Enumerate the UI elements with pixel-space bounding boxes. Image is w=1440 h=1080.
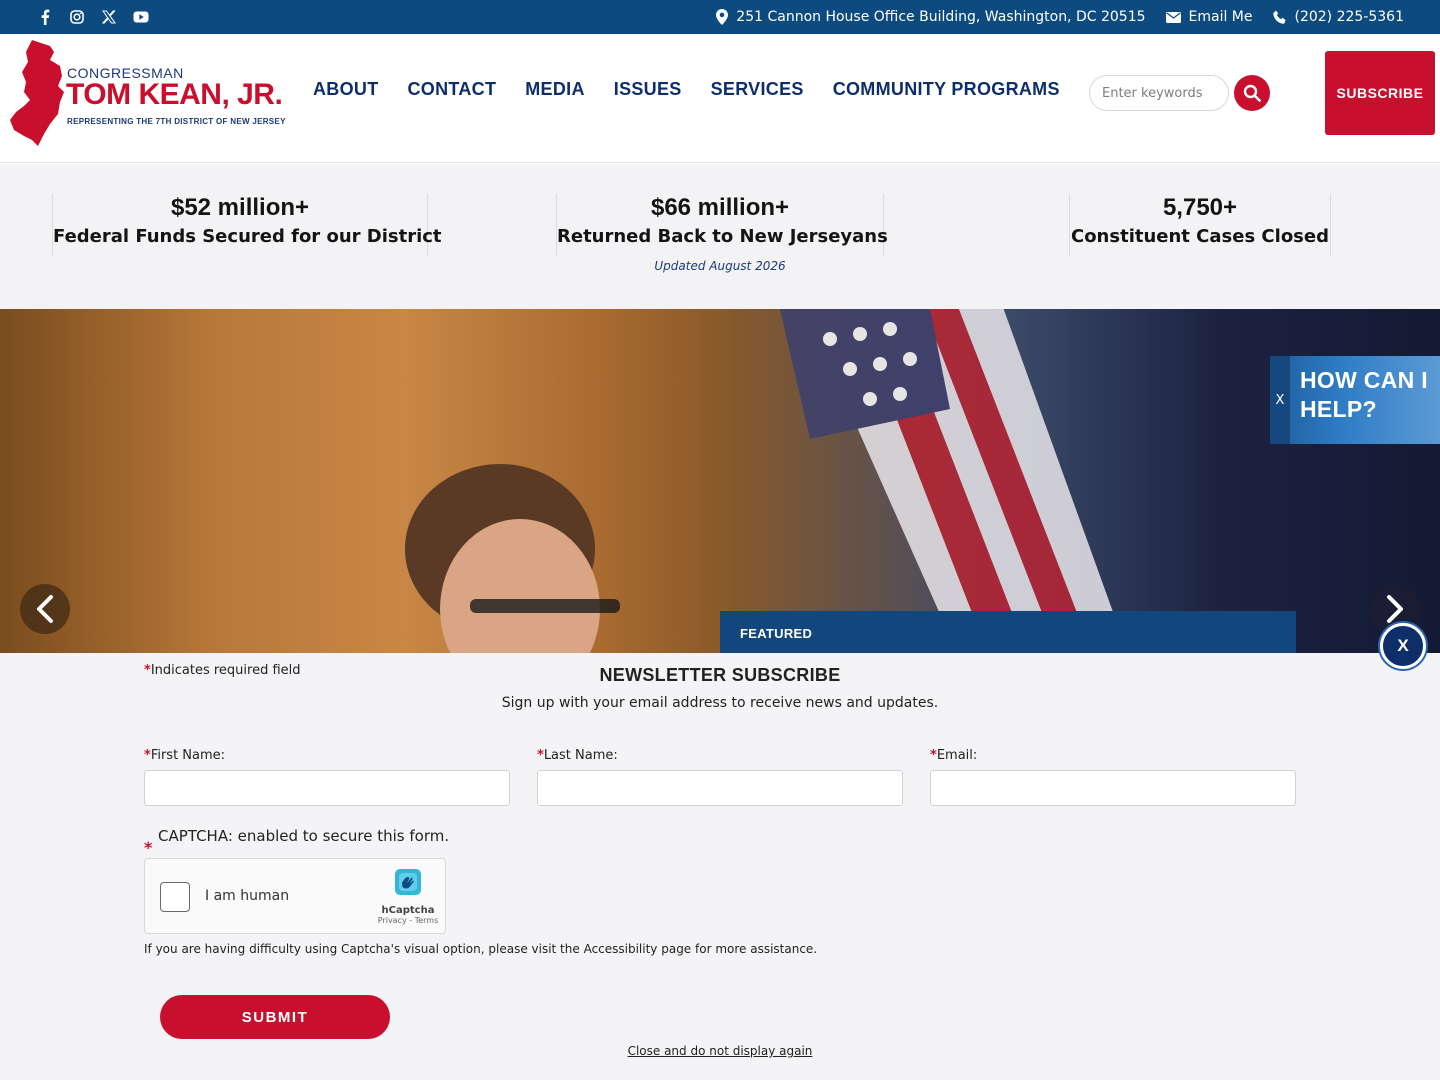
top-bar: 251 Cannon House Office Building, Washin… xyxy=(0,0,1440,34)
nav-contact[interactable]: CONTACT xyxy=(408,79,497,100)
stat-label: Federal Funds Secured for our District xyxy=(53,226,442,247)
last-name-label: *Last Name: xyxy=(537,748,618,763)
help-widget-close-button[interactable]: X xyxy=(1270,356,1290,444)
address-text: 251 Cannon House Office Building, Washin… xyxy=(736,9,1146,25)
help-widget-line1: HOW CAN I xyxy=(1300,367,1428,393)
submit-button[interactable]: SUBMIT xyxy=(160,995,390,1039)
instagram-icon[interactable] xyxy=(68,8,86,26)
nav-services[interactable]: SERVICES xyxy=(711,79,804,100)
email-label-text: Email: xyxy=(936,748,978,763)
site-header: CONGRESSMAN TOM KEAN, JR. REPRESENTING T… xyxy=(0,34,1440,163)
nav-community-programs[interactable]: COMMUNITY PROGRAMS xyxy=(833,79,1060,100)
map-pin-icon xyxy=(716,9,729,25)
hcaptcha-widget: I am human hCaptcha Privacy - Terms xyxy=(144,858,446,934)
chevron-left-icon xyxy=(37,595,53,623)
address-link[interactable]: 251 Cannon House Office Building, Washin… xyxy=(716,9,1146,25)
phone-link[interactable]: (202) 225-5361 xyxy=(1272,9,1405,25)
phone-text: (202) 225-5361 xyxy=(1294,9,1405,25)
youtube-icon[interactable] xyxy=(132,8,150,26)
newsletter-title: NEWSLETTER SUBSCRIBE xyxy=(599,665,841,685)
social-links xyxy=(36,0,150,34)
featured-label[interactable]: FEATURED xyxy=(720,611,1296,653)
required-star: * xyxy=(144,838,153,857)
congressman-photo xyxy=(405,464,620,653)
first-name-label: *First Name: xyxy=(144,748,225,763)
newsletter-subtitle: Sign up with your email address to recei… xyxy=(501,695,939,711)
captcha-checkbox-label: I am human xyxy=(205,888,290,904)
nav-issues[interactable]: ISSUES xyxy=(614,79,682,100)
american-flag-image xyxy=(780,309,1128,653)
nav-about[interactable]: ABOUT xyxy=(313,79,379,100)
nav-media[interactable]: MEDIA xyxy=(525,79,585,100)
logo-tagline: REPRESENTING THE 7TH DISTRICT OF NEW JER… xyxy=(67,117,286,126)
hero-carousel: FEATURED xyxy=(0,309,1440,653)
site-logo[interactable]: CONGRESSMAN TOM KEAN, JR. REPRESENTING T… xyxy=(10,40,290,150)
logo-name: TOM KEAN, JR. xyxy=(66,78,283,111)
help-widget-line2: HELP? xyxy=(1300,396,1377,422)
stat-label: Returned Back to New Jerseyans xyxy=(557,226,888,247)
main-nav: ABOUT CONTACT MEDIA ISSUES SERVICES COMM… xyxy=(313,79,1060,100)
stats-updated: Updated August 2026 xyxy=(654,259,786,273)
hcaptcha-logo: hCaptcha Privacy - Terms xyxy=(375,867,441,925)
required-star: * xyxy=(144,748,151,763)
email-link[interactable]: Email Me xyxy=(1165,9,1253,25)
stat-federal-funds: $52 million+ Federal Funds Secured for o… xyxy=(52,194,442,256)
captcha-brand: hCaptcha xyxy=(381,905,435,916)
captcha-label: CAPTCHA: enabled to secure this form. xyxy=(158,827,450,845)
newsletter-close-button[interactable]: X xyxy=(1380,623,1426,669)
search-icon xyxy=(1243,84,1261,102)
envelope-icon xyxy=(1165,11,1181,23)
newsletter-panel: *Indicates required field NEWSLETTER SUB… xyxy=(0,653,1440,1080)
captcha-accessibility-note: If you are having difficulty using Captc… xyxy=(144,942,818,956)
carousel-prev-button[interactable] xyxy=(20,584,70,634)
first-name-label-text: First Name: xyxy=(150,748,226,763)
hcaptcha-icon xyxy=(395,869,421,895)
help-widget-text[interactable]: HOW CAN I HELP? xyxy=(1300,366,1428,424)
email-label: *Email: xyxy=(930,748,977,763)
required-star: * xyxy=(537,748,544,763)
chevron-right-icon xyxy=(1387,595,1403,623)
email-input[interactable] xyxy=(930,770,1296,806)
x-twitter-icon[interactable] xyxy=(100,8,118,26)
first-name-input[interactable] xyxy=(144,770,510,806)
captcha-checkbox[interactable] xyxy=(160,882,190,912)
stat-value: $52 million+ xyxy=(170,194,310,221)
contact-bar: 251 Cannon House Office Building, Washin… xyxy=(716,0,1404,34)
stats-section: $52 million+ Federal Funds Secured for o… xyxy=(0,164,1440,309)
new-jersey-map-icon xyxy=(10,40,64,146)
last-name-label-text: Last Name: xyxy=(543,748,618,763)
last-name-input[interactable] xyxy=(537,770,903,806)
help-widget[interactable]: X HOW CAN I HELP? xyxy=(1270,356,1440,444)
stat-value: 5,750+ xyxy=(1162,194,1238,221)
phone-icon xyxy=(1272,10,1285,24)
search-button[interactable] xyxy=(1234,75,1270,111)
email-label: Email Me xyxy=(1188,9,1253,25)
stat-value: $66 million+ xyxy=(650,194,790,221)
stat-returned: $66 million+ Returned Back to New Jersey… xyxy=(556,194,888,256)
required-star: * xyxy=(930,748,937,763)
facebook-icon[interactable] xyxy=(36,8,54,26)
stat-label: Constituent Cases Closed xyxy=(1070,226,1329,247)
captcha-privacy-terms[interactable]: Privacy - Terms xyxy=(375,916,441,925)
stat-cases: 5,750+ Constituent Cases Closed xyxy=(1069,194,1331,256)
subscribe-button[interactable]: SUBSCRIBE xyxy=(1325,51,1435,135)
search-input[interactable] xyxy=(1089,75,1229,111)
close-do-not-display-link[interactable]: Close and do not display again xyxy=(0,1044,1440,1058)
